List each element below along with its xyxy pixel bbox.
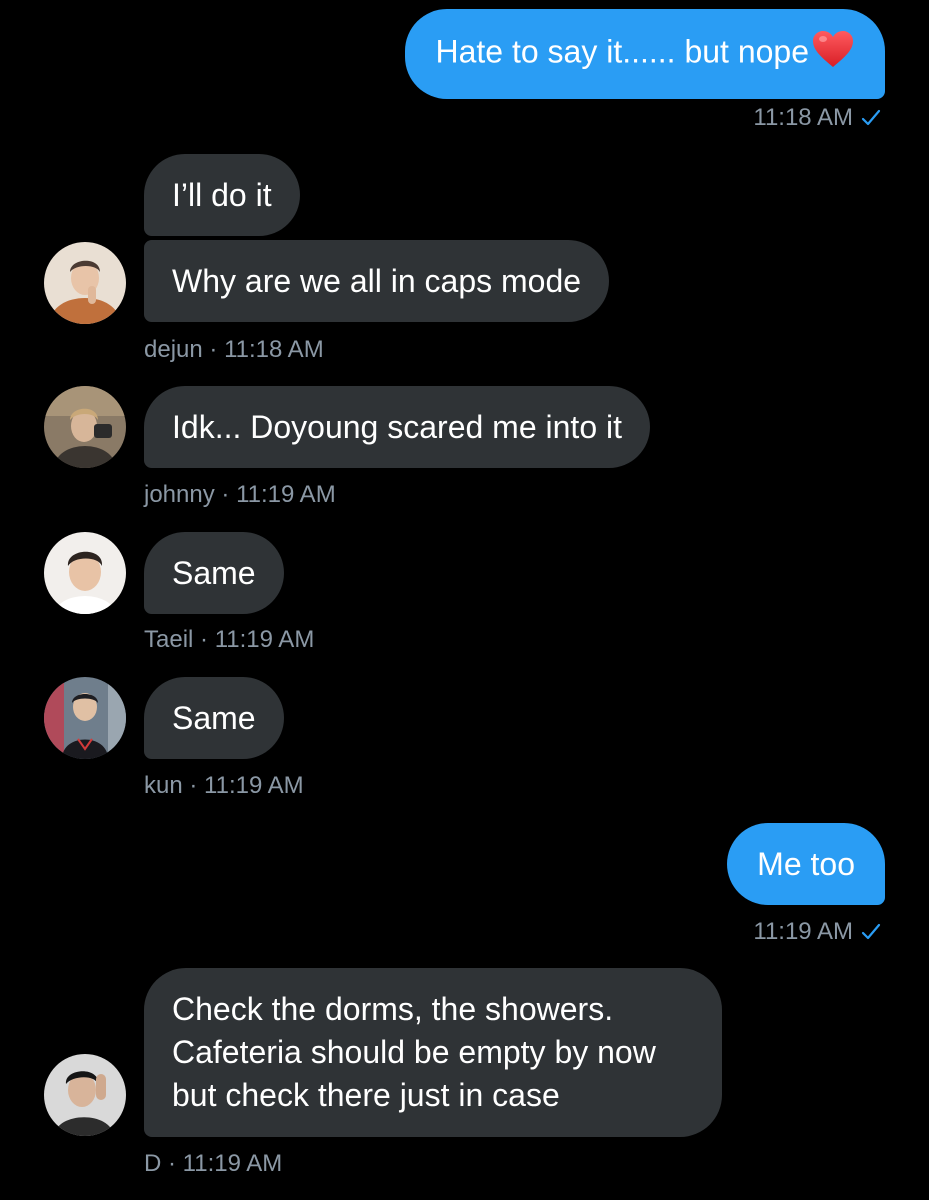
message-text: Me too xyxy=(757,846,855,882)
separator: · xyxy=(193,626,215,653)
incoming-message-bubble[interactable]: Same xyxy=(144,532,284,614)
message-text: Idk... Doyoung scared me into it xyxy=(172,409,622,445)
time-text: 11:19 AM xyxy=(236,481,336,508)
incoming-message-bubble[interactable]: Idk... Doyoung scared me into it xyxy=(144,386,650,468)
message-sender-time: kun · 11:19 AM xyxy=(144,772,304,800)
message-timestamp: 11:18 AM xyxy=(753,104,881,134)
incoming-message-bubble[interactable]: I’ll do it xyxy=(144,154,300,236)
message-sender-time: johnny · 11:19 AM xyxy=(144,481,336,509)
d-avatar[interactable] xyxy=(44,1054,126,1136)
time-text: 11:18 AM xyxy=(224,336,324,363)
message-text: Hate to say it...... but nope xyxy=(435,33,809,70)
separator: · xyxy=(161,1150,183,1177)
sender-name: D xyxy=(144,1150,162,1177)
message-text: Why are we all in caps mode xyxy=(172,263,582,299)
time-text: 11:19 AM xyxy=(214,626,315,653)
sender-name: kun xyxy=(144,772,183,799)
separator: · xyxy=(202,336,225,363)
incoming-message-bubble[interactable]: Same xyxy=(144,677,284,759)
time-text: 11:18 AM xyxy=(753,104,853,131)
time-text: 11:19 AM xyxy=(204,772,304,799)
dejun-avatar[interactable] xyxy=(44,242,126,324)
sender-name: Taeil xyxy=(144,626,194,653)
red-heart-icon xyxy=(811,29,855,79)
message-sender-time: Taeil · 11:19 AM xyxy=(144,626,314,654)
message-text: Same xyxy=(172,700,256,736)
separator: · xyxy=(182,772,205,799)
message-text: Check the dorms, the showers. Cafeteria … xyxy=(172,991,656,1113)
incoming-message-bubble[interactable]: Why are we all in caps mode xyxy=(144,240,610,322)
outgoing-message-bubble[interactable]: Me too xyxy=(727,823,885,905)
kun-avatar[interactable] xyxy=(44,677,126,759)
time-text: 11:19 AM xyxy=(753,918,853,945)
sender-name: johnny xyxy=(144,481,215,508)
johnny-avatar[interactable] xyxy=(44,386,126,468)
outgoing-message-bubble[interactable]: Hate to say it...... but nope xyxy=(405,9,885,99)
read-check-icon xyxy=(861,106,881,134)
incoming-message-bubble[interactable]: Check the dorms, the showers. Cafeteria … xyxy=(144,968,722,1137)
message-sender-time: dejun · 11:18 AM xyxy=(144,336,324,364)
message-text: Same xyxy=(172,555,256,591)
taeil-avatar[interactable] xyxy=(44,532,126,614)
message-sender-time: D · 11:19 AM xyxy=(144,1150,282,1178)
sender-name: dejun xyxy=(144,336,203,363)
time-text: 11:19 AM xyxy=(182,1150,283,1177)
separator: · xyxy=(214,481,237,508)
message-timestamp: 11:19 AM xyxy=(753,918,881,948)
message-text: I’ll do it xyxy=(172,177,272,213)
read-check-icon xyxy=(861,920,881,948)
